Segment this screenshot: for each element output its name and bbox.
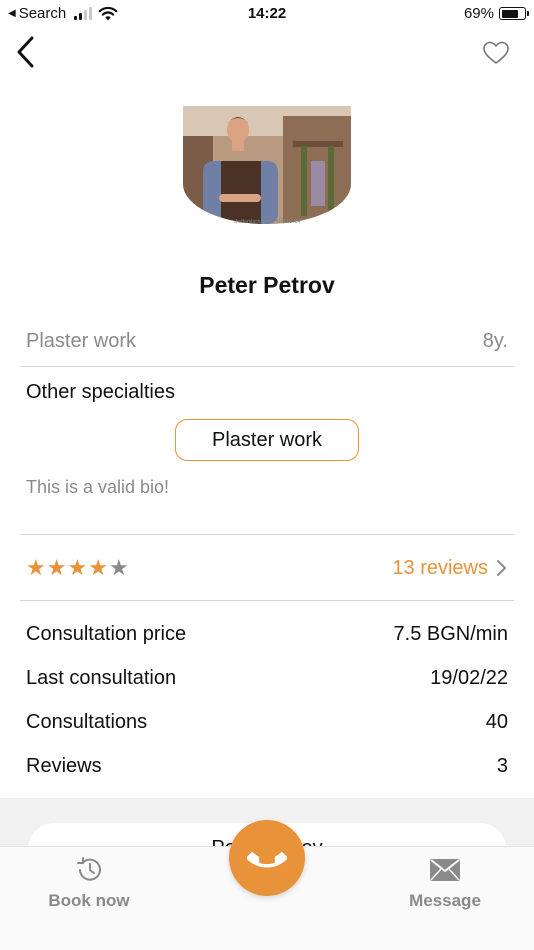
tab-book-now-label: Book now [48,891,130,910]
stat-label: Consultation price [26,622,187,645]
divider [20,600,514,601]
star-empty-icon: ★ [108,555,129,580]
specialty-chip[interactable]: Plaster work [175,419,359,461]
profile-bio: This is a valid bio! [26,477,170,497]
stat-label: Reviews [26,754,102,777]
stat-consultation-price: Consultation price 7.5 BGN/min [26,620,508,648]
experience-years: 8y. [482,329,508,352]
heart-outline-icon [483,41,509,64]
chevron-right-icon [497,560,506,576]
status-time: 14:22 [247,5,287,22]
phone-icon [247,852,287,868]
stat-label: Last consultation [26,666,177,689]
star-filled-icon: ★ [46,555,67,580]
primary-specialty-row: Plaster work 8y. [26,328,508,354]
chevron-left-icon [17,36,34,68]
stat-value: 19/02/22 [430,666,508,689]
star-filled-icon: ★ [26,555,46,580]
stat-value: 40 [485,710,508,733]
profile-avatar [183,106,351,224]
envelope-icon [430,859,460,881]
stat-reviews: Reviews 3 [26,752,508,780]
primary-specialty: Plaster work [26,329,137,352]
tab-book-now[interactable]: Book now [24,855,154,911]
status-battery: 69% [463,5,529,22]
divider [20,366,514,367]
avatar-watermark-caption: shutterstock.com · 415869784 [233,219,301,225]
profile-name: Peter Petrov [199,272,335,298]
stat-value: 3 [496,754,508,777]
other-specialties-title: Other specialties [26,381,175,403]
stat-value: 7.5 BGN/min [393,622,508,645]
reviews-link[interactable]: 13 reviews [392,557,508,580]
rating-row: ★ ★ ★ ★ ★ 13 reviews [26,553,508,583]
stat-consultations: Consultations 40 [26,708,508,736]
star-rating: ★ ★ ★ ★ ★ [26,557,129,579]
history-icon [77,857,101,881]
tab-message-label: Message [409,891,481,910]
back-button[interactable] [12,34,42,70]
favorite-button[interactable] [482,40,510,66]
battery-percent: 69% [463,5,494,22]
avatar-photo [183,106,351,224]
reviews-link-label: 13 reviews [392,556,488,579]
star-filled-icon: ★ [67,555,88,580]
stat-last-consultation: Last consultation 19/02/22 [26,664,508,692]
status-bar: ◀ Search 14:22 69% [0,0,534,28]
star-filled-icon: ★ [88,555,108,580]
divider [20,534,514,535]
battery-icon [499,7,529,20]
specialty-chip-label: Plaster work [211,428,323,451]
tab-message[interactable]: Message [380,855,510,911]
stat-label: Consultations [26,710,148,733]
call-button[interactable] [229,820,305,896]
